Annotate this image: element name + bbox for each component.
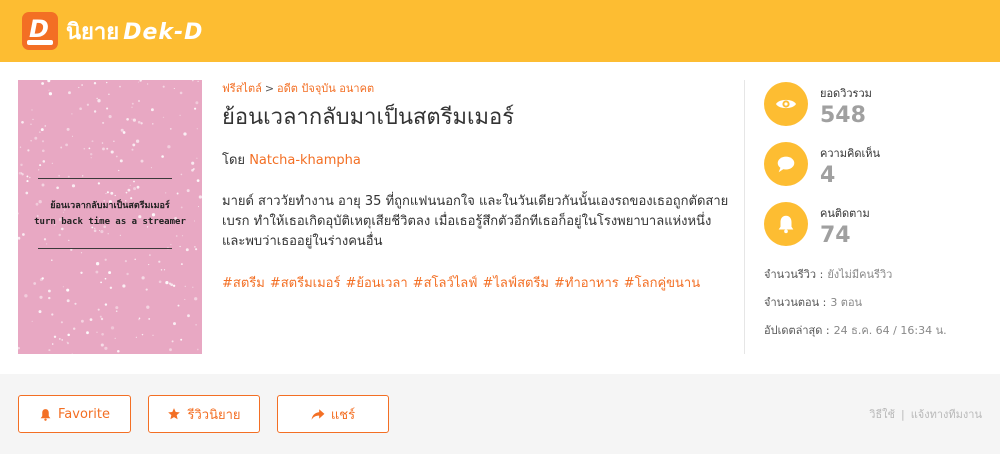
tag-link[interactable]: #สตรีม — [222, 276, 265, 291]
story-stats: ยอดวิวรวม 548 ความคิดเห็น 4 คนติดตาม 74 — [764, 82, 984, 262]
breadcrumb-separator: > — [264, 82, 275, 95]
cover-line-top — [38, 178, 172, 179]
followers-value: 74 — [820, 223, 851, 248]
logo-badge-letter: D — [29, 15, 49, 43]
author-link[interactable]: Natcha-khampha — [249, 153, 361, 168]
meta-reviews: จำนวนรีวิว : ยังไม่มีคนรีวิว — [764, 265, 994, 293]
reviews-value: ยังไม่มีคนรีวิว — [827, 268, 893, 281]
stat-comments: ความคิดเห็น 4 — [764, 142, 984, 202]
story-main: ย้อนเวลากลับมาเป็นสตรีมเมอร์ turn back t… — [0, 62, 1000, 374]
footer-links: วิธีใช้ | แจ้งทางทีมงาน — [869, 405, 982, 423]
book-logo-icon: D — [22, 12, 58, 50]
logo-brand: Dek-D — [123, 19, 204, 45]
dekd-logo[interactable]: D นิยาย Dek-D — [22, 11, 203, 51]
views-value: 548 — [820, 103, 866, 128]
share-label: แชร์ — [330, 407, 356, 423]
cover-title-th: ย้อนเวลากลับมาเป็นสตรีมเมอร์ — [50, 201, 170, 211]
top-header: D นิยาย Dek-D — [0, 0, 1000, 62]
breadcrumb: ฟรีสไตล์ > อดีต ปัจจุบัน อนาคต — [222, 79, 732, 95]
logo-text: นิยาย Dek-D — [66, 14, 203, 49]
author-line: โดย Natcha-khampha — [222, 149, 732, 170]
meta-episodes: จำนวนตอน :3 ตอน — [764, 293, 994, 321]
logo-niyai: นิยาย — [66, 19, 120, 45]
tag-link[interactable]: #สตรีมเมอร์ — [270, 276, 341, 291]
comment-bubble-icon — [764, 142, 808, 186]
reviews-label: จำนวนรีวิว : — [764, 268, 824, 281]
updated-value: 24 ธ.ค. 64 / 16:34 น. — [833, 324, 947, 337]
comments-value: 4 — [820, 163, 836, 188]
story-meta: จำนวนรีวิว : ยังไม่มีคนรีวิว จำนวนตอน :3 … — [764, 265, 994, 349]
stat-views: ยอดวิวรวม 548 — [764, 82, 984, 142]
star-icon — [168, 408, 181, 420]
howto-link[interactable]: วิธีใช้ — [869, 408, 895, 421]
episodes-value: 3 ตอน — [830, 296, 863, 309]
views-label: ยอดวิวรวม — [820, 87, 872, 100]
share-button[interactable]: แชร์ — [277, 395, 389, 433]
breadcrumb-category[interactable]: ฟรีสไตล์ — [222, 82, 262, 95]
report-link[interactable]: แจ้งทางทีมงาน — [911, 408, 982, 421]
tag-link[interactable]: #สโลว์ไลฟ์ — [413, 276, 478, 291]
episodes-label: จำนวนตอน : — [764, 296, 827, 309]
favorite-button[interactable]: Favorite — [18, 395, 131, 433]
action-bar: Favorite รีวิวนิยาย แชร์ วิธีใช้ | แจ้งทาง… — [0, 374, 1000, 454]
favorite-label: Favorite — [58, 406, 110, 422]
vertical-divider — [744, 80, 745, 354]
cover-title-en: turn back time as a streamer — [34, 217, 186, 227]
stat-followers: คนติดตาม 74 — [764, 202, 984, 262]
review-button[interactable]: รีวิวนิยาย — [148, 395, 260, 433]
tag-link[interactable]: #ย้อนเวลา — [345, 276, 407, 291]
tag-list: #สตรีม #สตรีมเมอร์ #ย้อนเวลา #สโลว์ไลฟ์ #ไลฟ… — [222, 272, 732, 293]
story-cover[interactable]: ย้อนเวลากลับมาเป็นสตรีมเมอร์ turn back t… — [18, 80, 202, 354]
footer-separator: | — [901, 408, 905, 421]
updated-label: อัปเดตล่าสุด : — [764, 324, 830, 337]
story-info: ฟรีสไตล์ > อดีต ปัจจุบัน อนาคต ย้อนเวลากลั… — [222, 79, 732, 293]
tag-link[interactable]: #โลกคู่ขนาน — [624, 276, 700, 291]
tag-link[interactable]: #ทำอาหาร — [554, 276, 619, 291]
bell-icon — [764, 202, 808, 246]
story-title: ย้อนเวลากลับมาเป็นสตรีมเมอร์ — [222, 105, 515, 130]
comments-label: ความคิดเห็น — [820, 147, 880, 160]
meta-updated: อัปเดตล่าสุด :24 ธ.ค. 64 / 16:34 น. — [764, 321, 994, 349]
story-description: มายด์ สาววัยทำงาน อายุ 35 ที่ถูกแฟนนอกใจ… — [222, 194, 729, 249]
bell-icon — [40, 408, 51, 421]
cover-line-bottom — [38, 248, 172, 249]
followers-label: คนติดตาม — [820, 207, 870, 220]
share-arrow-icon — [311, 408, 325, 420]
tag-link[interactable]: #ไลฟ์สตรีม — [482, 276, 549, 291]
breadcrumb-subcategory[interactable]: อดีต ปัจจุบัน อนาคต — [277, 82, 374, 95]
review-label: รีวิวนิยาย — [187, 407, 241, 423]
eye-icon — [764, 82, 808, 126]
author-prefix: โดย — [222, 153, 246, 168]
